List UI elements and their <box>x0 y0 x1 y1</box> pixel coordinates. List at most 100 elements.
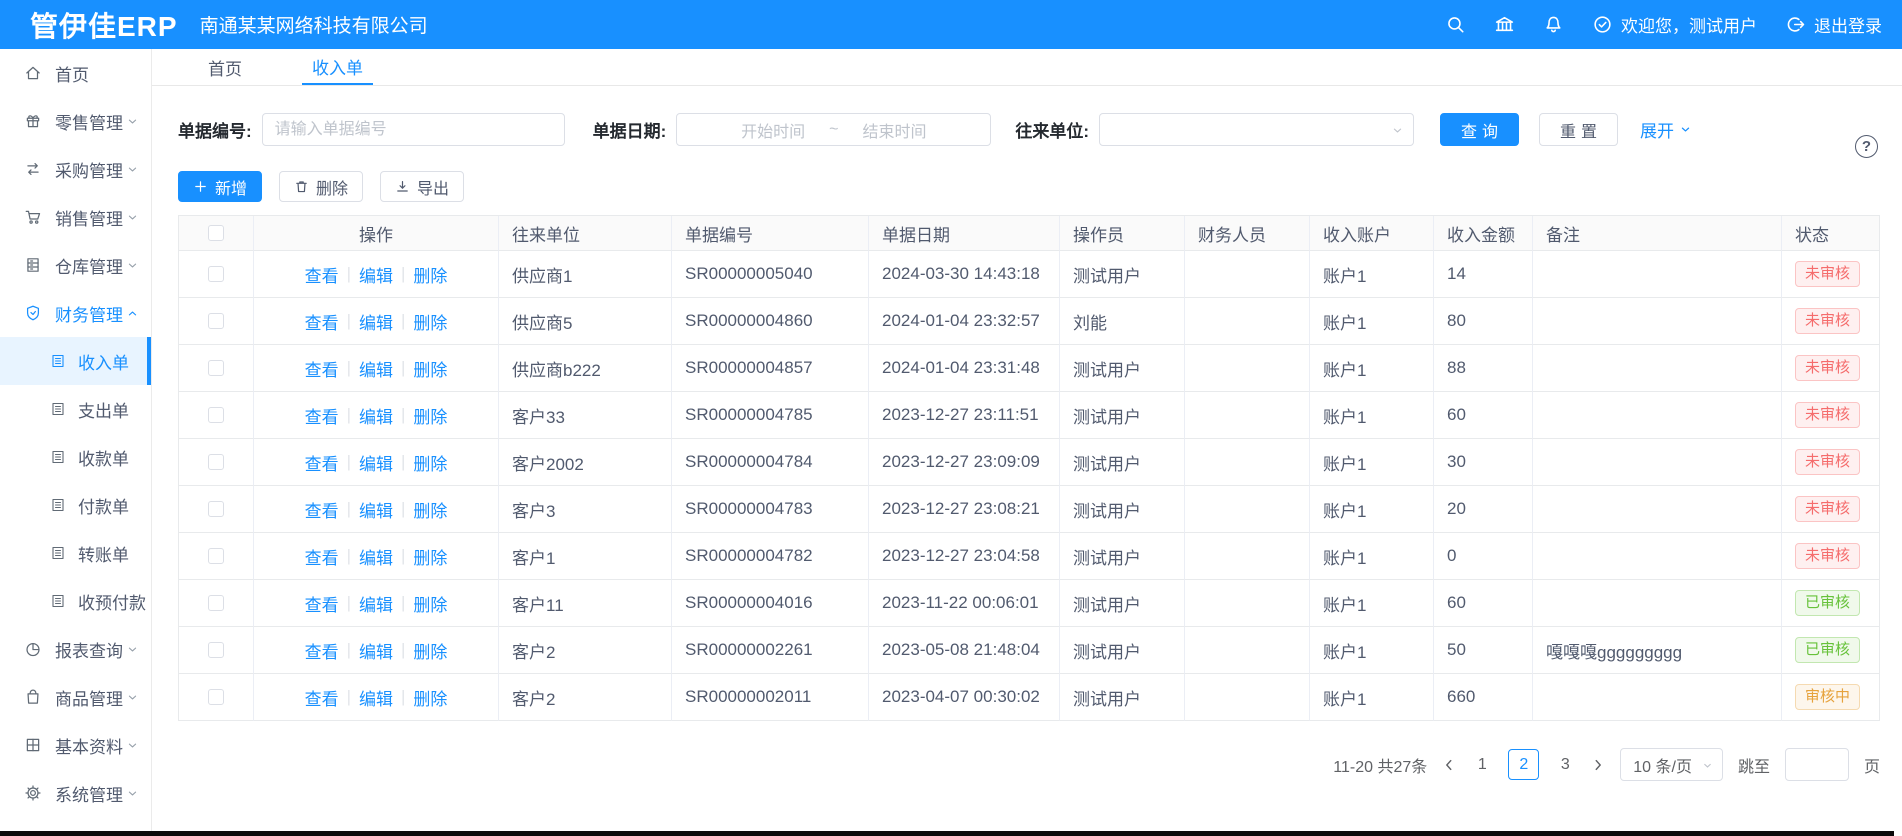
view-link[interactable]: 查看 <box>305 591 339 616</box>
reset-button[interactable]: 重置 <box>1539 113 1618 146</box>
delete-link[interactable]: 删除 <box>413 262 447 287</box>
edit-link[interactable]: 编辑 <box>359 638 393 663</box>
sidebar-subitem-label: 收入单 <box>78 349 129 374</box>
sidebar-subitem-prepayment[interactable]: 收预付款 <box>0 577 151 625</box>
cell-finance-staff <box>1185 392 1310 439</box>
cell-operator: 测试用户 <box>1060 580 1185 627</box>
page-1[interactable]: 1 <box>1471 756 1493 774</box>
delete-link[interactable]: 删除 <box>413 356 447 381</box>
cell-finance-staff <box>1185 533 1310 580</box>
delete-link[interactable]: 删除 <box>413 591 447 616</box>
tab-home[interactable]: 首页 <box>198 49 252 85</box>
sidebar-item-reports[interactable]: 报表查询 <box>0 625 151 673</box>
cabinet-icon <box>24 256 42 274</box>
add-button[interactable]: 新增 <box>178 171 262 202</box>
delete-button[interactable]: 删除 <box>279 171 363 202</box>
search-button[interactable]: 查询 <box>1440 113 1519 146</box>
cell-bill-no: SR00000005040 <box>672 251 869 298</box>
next-page-icon[interactable] <box>1591 758 1605 772</box>
jump-page-input[interactable] <box>1785 748 1849 781</box>
cell-finance-staff <box>1185 674 1310 721</box>
view-link[interactable]: 查看 <box>305 262 339 287</box>
delete-link[interactable]: 删除 <box>413 685 447 710</box>
logout-button[interactable]: 退出登录 <box>1785 12 1882 37</box>
status-badge: 已审核 <box>1795 637 1860 663</box>
page-2-current[interactable]: 2 <box>1508 749 1539 780</box>
pagination-range: 11-20 共27条 <box>1333 753 1427 777</box>
sidebar-subitem-income-bill[interactable]: 收入单 <box>0 337 151 385</box>
check-circle-icon <box>1592 14 1613 35</box>
page-size-select[interactable]: 10 条/页 <box>1620 748 1723 781</box>
sidebar-item-basic-data[interactable]: 基本资料 <box>0 721 151 769</box>
view-link[interactable]: 查看 <box>305 356 339 381</box>
expand-link[interactable]: 展开 <box>1640 117 1692 142</box>
pie-chart-icon <box>24 640 42 658</box>
sidebar-item-system[interactable]: 系统管理 <box>0 769 151 817</box>
prev-page-icon[interactable] <box>1442 758 1456 772</box>
view-link[interactable]: 查看 <box>305 497 339 522</box>
delete-link[interactable]: 删除 <box>413 309 447 334</box>
view-link[interactable]: 查看 <box>305 403 339 428</box>
bank-icon[interactable] <box>1494 14 1515 35</box>
view-link[interactable]: 查看 <box>305 309 339 334</box>
view-link[interactable]: 查看 <box>305 544 339 569</box>
table-header-row: 操作 往来单位 单据编号 单据日期 操作员 财务人员 收入账户 收入金额 备注 … <box>179 216 1879 251</box>
row-checkbox[interactable] <box>208 266 224 282</box>
edit-link[interactable]: 编辑 <box>359 685 393 710</box>
row-checkbox[interactable] <box>208 548 224 564</box>
delete-link[interactable]: 删除 <box>413 497 447 522</box>
row-checkbox[interactable] <box>208 454 224 470</box>
view-link[interactable]: 查看 <box>305 638 339 663</box>
sidebar-item-purchase[interactable]: 采购管理 <box>0 145 151 193</box>
sidebar-item-warehouse[interactable]: 仓库管理 <box>0 241 151 289</box>
sidebar-subitem-transfer-bill[interactable]: 转账单 <box>0 529 151 577</box>
edit-link[interactable]: 编辑 <box>359 262 393 287</box>
edit-link[interactable]: 编辑 <box>359 356 393 381</box>
edit-link[interactable]: 编辑 <box>359 309 393 334</box>
sidebar-item-home[interactable]: 首页 <box>0 49 151 97</box>
edit-link[interactable]: 编辑 <box>359 544 393 569</box>
sidebar-item-goods[interactable]: 商品管理 <box>0 673 151 721</box>
edit-link[interactable]: 编辑 <box>359 450 393 475</box>
export-button[interactable]: 导出 <box>380 171 464 202</box>
delete-link[interactable]: 删除 <box>413 638 447 663</box>
cell-account: 账户1 <box>1310 439 1434 486</box>
cell-bill-date: 2024-01-04 23:32:57 <box>869 298 1060 345</box>
sidebar-subitem-receipt-bill[interactable]: 收款单 <box>0 433 151 481</box>
chevron-down-icon <box>1701 759 1714 772</box>
row-checkbox[interactable] <box>208 595 224 611</box>
delete-link[interactable]: 删除 <box>413 544 447 569</box>
sidebar-item-finance[interactable]: 财务管理 <box>0 289 151 337</box>
row-checkbox[interactable] <box>208 360 224 376</box>
cell-amount: 0 <box>1434 533 1533 580</box>
row-checkbox[interactable] <box>208 501 224 517</box>
edit-link[interactable]: 编辑 <box>359 403 393 428</box>
sidebar-item-sales[interactable]: 销售管理 <box>0 193 151 241</box>
cell-account: 账户1 <box>1310 298 1434 345</box>
sidebar-item-retail[interactable]: 零售管理 <box>0 97 151 145</box>
search-icon[interactable] <box>1445 14 1466 35</box>
partner-select[interactable] <box>1099 113 1414 146</box>
view-link[interactable]: 查看 <box>305 450 339 475</box>
page-3[interactable]: 3 <box>1554 756 1576 774</box>
user-welcome[interactable]: 欢迎您，测试用户 <box>1592 12 1757 37</box>
cell-amount: 50 <box>1434 627 1533 674</box>
bill-no-input[interactable] <box>262 113 565 146</box>
view-link[interactable]: 查看 <box>305 685 339 710</box>
delete-link[interactable]: 删除 <box>413 403 447 428</box>
select-all-checkbox[interactable] <box>208 225 224 241</box>
tab-income-bill[interactable]: 收入单 <box>302 49 373 85</box>
delete-link[interactable]: 删除 <box>413 450 447 475</box>
row-checkbox[interactable] <box>208 642 224 658</box>
cell-operator: 测试用户 <box>1060 674 1185 721</box>
row-checkbox[interactable] <box>208 689 224 705</box>
date-range-picker[interactable]: 开始时间 ~ 结束时间 <box>676 113 991 146</box>
edit-link[interactable]: 编辑 <box>359 591 393 616</box>
bell-icon[interactable] <box>1543 14 1564 35</box>
row-checkbox[interactable] <box>208 313 224 329</box>
document-icon <box>50 593 66 609</box>
row-checkbox[interactable] <box>208 407 224 423</box>
sidebar-subitem-payment-bill[interactable]: 付款单 <box>0 481 151 529</box>
edit-link[interactable]: 编辑 <box>359 497 393 522</box>
sidebar-subitem-expense-bill[interactable]: 支出单 <box>0 385 151 433</box>
